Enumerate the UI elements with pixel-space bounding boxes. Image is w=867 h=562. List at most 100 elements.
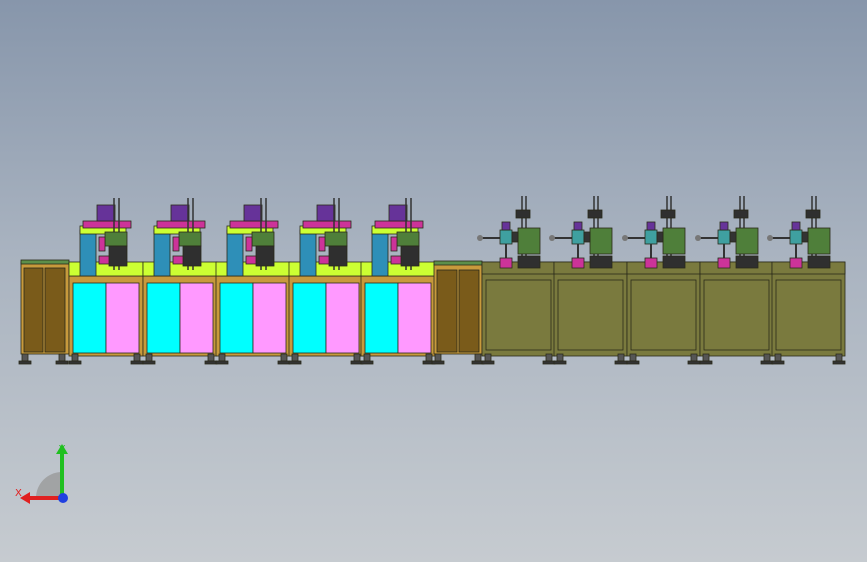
right-station-upper-bracket: [515, 209, 531, 219]
right-station-foot-0-pad: [481, 360, 495, 365]
left-station-1: [68, 198, 144, 365]
z-axis-dot: [58, 493, 68, 503]
left-station-tool-stack: [182, 245, 202, 267]
y-axis-label: Y: [58, 444, 66, 455]
right-station-foot-0-stem: [629, 353, 637, 362]
left-station-window-pink: [252, 282, 287, 354]
left-station-foot-1-pad: [204, 360, 218, 365]
left-station-foot-1-stem: [133, 353, 141, 362]
left-station-foot-0-stem: [363, 353, 371, 362]
right-station-tool-base: [807, 255, 831, 269]
left-station-top-rail: [82, 220, 132, 229]
left-station-window-pink: [179, 282, 214, 354]
left-station-foot-0-stem: [145, 353, 153, 362]
right-station-foot-0-stem: [774, 353, 782, 362]
left-station-foot-0-pad: [288, 360, 302, 365]
middle-foot-1-stem: [474, 353, 482, 362]
right-station-upper-bracket: [660, 209, 676, 219]
right-station-foot-1-pad: [614, 360, 628, 365]
left-station-tool-head: [396, 231, 420, 247]
left-station-foot-0-pad: [68, 360, 82, 365]
left-station-column: [226, 229, 244, 277]
right-station-foot-0-pad: [771, 360, 785, 365]
right-station-handle-knob: [622, 235, 628, 241]
right-station-sensor: [583, 231, 591, 243]
left-station-5: [360, 198, 436, 365]
right-station-door-panel: [703, 279, 770, 351]
left-station-column: [79, 229, 97, 277]
left-station-sensor: [98, 236, 106, 252]
right-station-foot-1-stem: [545, 353, 553, 362]
left-station-window-pink: [105, 282, 140, 354]
left-station-window-cyan: [72, 282, 107, 354]
cad-viewport[interactable]: X Y: [0, 0, 867, 562]
left-end-foot-0-stem: [21, 353, 29, 362]
left-station-actuator-block: [96, 204, 116, 222]
left-station-foot-1-stem: [425, 353, 433, 362]
left-station-window-cyan: [146, 282, 181, 354]
left-station-column: [371, 229, 389, 277]
left-station-actuator-block: [243, 204, 263, 222]
left-end-cabinet-top: [20, 259, 70, 265]
left-station-foot-1-pad: [130, 360, 144, 365]
left-station-foot-0-stem: [291, 353, 299, 362]
right-station-top-block: [719, 221, 729, 231]
right-station-foot-0-stem: [556, 353, 564, 362]
left-station-window-pink: [325, 282, 360, 354]
left-station-column: [153, 229, 171, 277]
assembly-line-model[interactable]: [0, 0, 867, 562]
left-station-actuator-block: [316, 204, 336, 222]
left-end-foot-0-pad: [18, 360, 32, 365]
left-station-sensor: [318, 236, 326, 252]
right-station-sensor: [729, 231, 737, 243]
right-station-door-panel: [485, 279, 552, 351]
left-station-window-cyan: [364, 282, 399, 354]
right-station-tool-stack: [589, 227, 613, 255]
left-station-clamp: [390, 255, 402, 265]
right-station-tool-base: [517, 255, 541, 269]
left-station-tool-stack: [328, 245, 348, 267]
right-station-foot-1-pad: [542, 360, 556, 365]
right-station-foot-1-pad: [832, 360, 846, 365]
left-station-actuator-block: [388, 204, 408, 222]
left-station-top-rail: [229, 220, 279, 229]
right-station-1: [477, 196, 556, 365]
left-station-foot-0-stem: [218, 353, 226, 362]
right-station-base-clamp: [717, 257, 731, 269]
left-station-2: [142, 198, 218, 365]
left-station-clamp: [318, 255, 330, 265]
left-station-foot-1-pad: [277, 360, 291, 365]
left-station-tool-head: [178, 231, 202, 247]
right-station-foot-0-stem: [484, 353, 492, 362]
middle-foot-0-stem: [434, 353, 442, 362]
right-station-5: [767, 196, 846, 365]
right-station-foot-0-pad: [699, 360, 713, 365]
right-station-handle-knob: [477, 235, 483, 241]
right-station-sensor: [656, 231, 664, 243]
right-station-base-clamp: [499, 257, 513, 269]
left-station-window-cyan: [219, 282, 254, 354]
left-station-foot-0-pad: [360, 360, 374, 365]
right-station-foot-1-stem: [763, 353, 771, 362]
right-station-base-clamp: [789, 257, 803, 269]
left-station-top-rail: [156, 220, 206, 229]
left-station-window-pink: [397, 282, 432, 354]
left-station-foot-1-stem: [280, 353, 288, 362]
left-end-door-left: [23, 267, 44, 353]
right-station-top-block: [501, 221, 511, 231]
right-station-foot-1-pad: [687, 360, 701, 365]
triad-plane-shade: [36, 472, 62, 498]
right-station-top-block: [791, 221, 801, 231]
right-station-top-block: [573, 221, 583, 231]
left-station-tool-head: [324, 231, 348, 247]
right-station-cross-block: [789, 229, 803, 245]
left-station-foot-1-stem: [353, 353, 361, 362]
left-end-door-right: [44, 267, 66, 353]
right-station-foot-0-pad: [626, 360, 640, 365]
left-station-foot-0-pad: [215, 360, 229, 365]
right-station-tool-stack: [517, 227, 541, 255]
left-end-cabinet: [18, 259, 70, 365]
coordinate-triad: X Y: [15, 444, 68, 504]
right-station-sensor: [801, 231, 809, 243]
right-station-tool-base: [735, 255, 759, 269]
